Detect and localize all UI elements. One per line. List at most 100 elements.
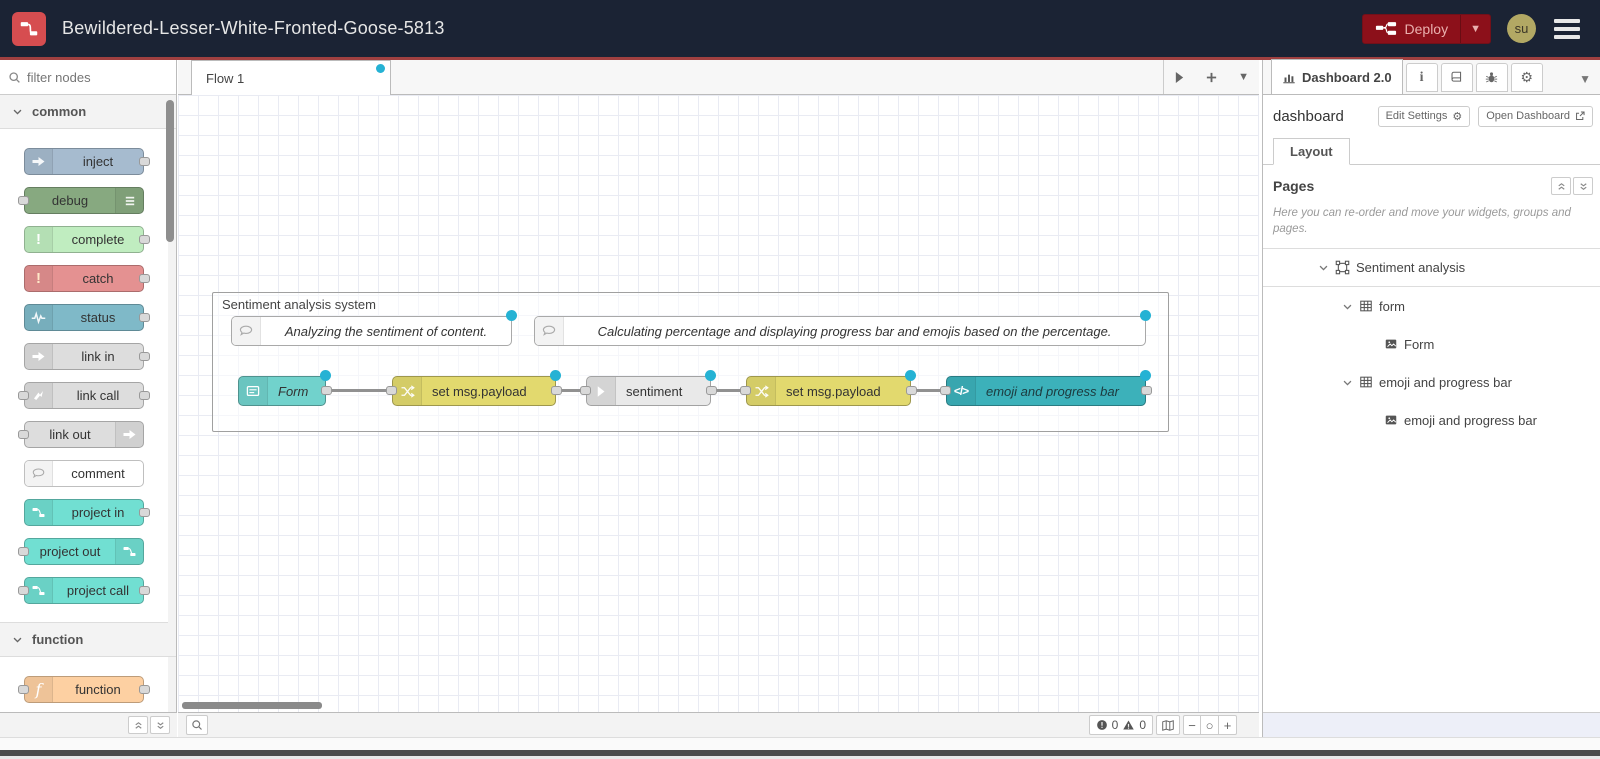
input-port[interactable]	[18, 684, 29, 694]
filter-nodes-input[interactable]	[27, 69, 147, 85]
dashboard-subtabs: Layout	[1263, 138, 1600, 165]
input-port[interactable]	[18, 195, 29, 205]
tab-flow-1[interactable]: Flow 1	[191, 60, 391, 95]
node-emoji-and-progress-bar[interactable]: </> emoji and progress bar	[940, 370, 1152, 406]
palette-node-catch[interactable]: ! catch	[24, 265, 150, 292]
info-icon: i	[1419, 69, 1424, 85]
node-set-msg-payload-2[interactable]: set msg.payload	[740, 370, 917, 406]
zoom-reset-button[interactable]: ○	[1201, 715, 1219, 735]
add-flow-icon[interactable]	[1205, 71, 1218, 84]
tab-layout[interactable]: Layout	[1273, 138, 1350, 165]
search-flows-button[interactable]	[186, 715, 208, 735]
palette-node-project-in[interactable]: project in	[24, 499, 150, 526]
chevron-down-icon[interactable]	[1318, 262, 1329, 273]
tree-item-widget-emoji-and-progress-bar[interactable]: emoji and progress bar	[1263, 401, 1600, 439]
tab-info[interactable]: i	[1405, 63, 1438, 92]
node-red-window: Bewildered-Lesser-White-Fronted-Goose-58…	[0, 0, 1600, 759]
collapse-tree-button[interactable]	[1551, 177, 1571, 195]
output-port[interactable]	[906, 386, 917, 395]
deploy-options-caret[interactable]: ▼	[1460, 14, 1490, 43]
deploy-button[interactable]: Deploy ▼	[1361, 13, 1491, 44]
tree-item-group-form[interactable]: form	[1263, 287, 1600, 325]
palette-node-project-call[interactable]: project call	[18, 577, 150, 604]
palette-node-status[interactable]: status	[24, 304, 150, 331]
link-arrow-icon	[25, 344, 53, 369]
main-menu-icon[interactable]	[1552, 15, 1582, 43]
output-port[interactable]	[139, 585, 150, 595]
collapse-all-button[interactable]	[128, 716, 148, 734]
navigator-toggle-button[interactable]	[1156, 715, 1180, 735]
expand-all-button[interactable]	[150, 716, 170, 734]
palette-category-common[interactable]: common	[0, 95, 176, 129]
zoom-out-button[interactable]: −	[1183, 715, 1201, 735]
canvas-horizontal-scrollbar[interactable]	[182, 702, 322, 709]
output-port[interactable]	[551, 386, 562, 395]
palette-filter[interactable]	[0, 60, 176, 95]
output-port[interactable]	[139, 312, 150, 322]
user-avatar[interactable]: su	[1507, 14, 1536, 43]
project-icon	[25, 578, 53, 603]
palette-node-link-in[interactable]: link in	[24, 343, 150, 370]
tab-debug[interactable]	[1475, 63, 1508, 92]
sidebar-tabbar: Dashboard 2.0 i ⚙ ▼	[1263, 59, 1600, 95]
output-port[interactable]	[139, 156, 150, 166]
wire[interactable]	[326, 389, 392, 392]
tab-help[interactable]	[1440, 63, 1473, 92]
tab-config-nodes[interactable]: ⚙	[1510, 63, 1543, 92]
comment-node-1[interactable]: Analyzing the sentiment of content.	[231, 310, 517, 346]
output-port[interactable]	[706, 386, 717, 395]
edit-settings-button[interactable]: Edit Settings ⚙	[1377, 105, 1471, 127]
node-set-msg-payload-1[interactable]: set msg.payload	[386, 370, 562, 406]
flow-list-caret-icon[interactable]: ▼	[1238, 71, 1249, 83]
output-port[interactable]	[1141, 386, 1152, 395]
input-port[interactable]	[18, 546, 29, 556]
open-dashboard-button[interactable]: Open Dashboard	[1478, 105, 1593, 127]
input-port[interactable]	[740, 386, 751, 395]
shuffle-icon	[393, 377, 422, 405]
input-port[interactable]	[18, 390, 29, 400]
palette-node-inject[interactable]: inject	[24, 148, 150, 175]
palette-scrollbar[interactable]	[166, 100, 174, 242]
tree-item-widget-form[interactable]: Form	[1263, 325, 1600, 363]
sidebar-tabs-caret-icon[interactable]: ▼	[1579, 72, 1600, 86]
tree-item-page-sentiment-analysis[interactable]: Sentiment analysis	[1263, 249, 1600, 287]
expand-tree-button[interactable]	[1573, 177, 1593, 195]
chevron-down-icon[interactable]	[1342, 377, 1353, 388]
notification-counts[interactable]: 0 0	[1088, 715, 1153, 735]
output-port[interactable]	[139, 351, 150, 361]
input-port[interactable]	[580, 386, 591, 395]
palette-node-link-out[interactable]: link out	[18, 421, 144, 448]
comment-node-2[interactable]: Calculating percentage and displaying pr…	[534, 310, 1151, 346]
node-form[interactable]: Form	[238, 370, 332, 406]
next-flow-icon[interactable]	[1174, 71, 1185, 84]
palette-node-function[interactable]: f function	[18, 676, 150, 703]
changed-badge	[320, 370, 331, 381]
chevron-down-icon	[12, 106, 23, 117]
right-sidebar: Dashboard 2.0 i ⚙ ▼ dashboard Edit Setti…	[1262, 59, 1600, 737]
palette-category-function[interactable]: function	[0, 623, 176, 657]
output-port[interactable]	[139, 390, 150, 400]
input-port[interactable]	[386, 386, 397, 395]
output-port[interactable]	[139, 273, 150, 283]
group-sentiment-analysis-system[interactable]: Sentiment analysis system	[212, 292, 1169, 432]
chevron-down-icon[interactable]	[1342, 301, 1353, 312]
output-port[interactable]	[321, 386, 332, 395]
changed-badge	[1140, 370, 1151, 381]
output-port[interactable]	[139, 684, 150, 694]
flow-canvas[interactable]: Sentiment analysis system Analyzing the …	[178, 95, 1259, 712]
output-port[interactable]	[139, 507, 150, 517]
input-port[interactable]	[18, 429, 29, 439]
input-port[interactable]	[940, 386, 951, 395]
palette-node-project-out[interactable]: project out	[18, 538, 144, 565]
palette-node-complete[interactable]: ! complete	[24, 226, 150, 253]
workspace-tabbar: Flow 1 ▼	[178, 60, 1259, 95]
node-sentiment[interactable]: sentiment	[580, 370, 717, 406]
palette-node-link-call[interactable]: link call	[18, 382, 150, 409]
palette-node-debug[interactable]: debug	[18, 187, 144, 214]
palette-node-comment[interactable]: comment	[24, 460, 144, 487]
output-port[interactable]	[139, 234, 150, 244]
tab-dashboard-2[interactable]: Dashboard 2.0	[1271, 59, 1403, 94]
tree-item-group-emoji-and-progress-bar[interactable]: emoji and progress bar	[1263, 363, 1600, 401]
input-port[interactable]	[18, 585, 29, 595]
zoom-in-button[interactable]: +	[1219, 715, 1237, 735]
